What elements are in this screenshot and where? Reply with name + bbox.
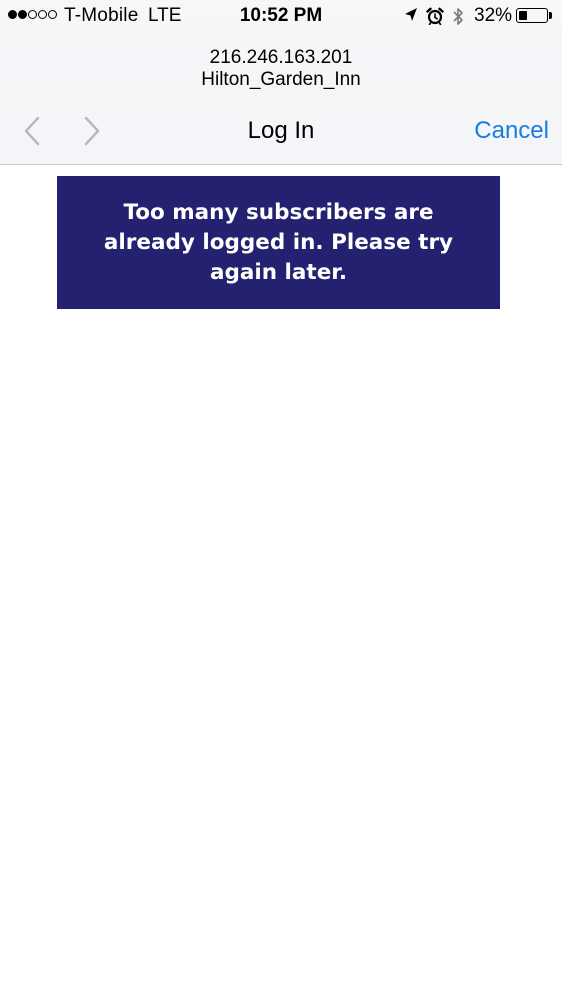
battery-terminal xyxy=(549,12,552,19)
error-message-banner: Too many subscribers are already logged … xyxy=(57,176,500,309)
cancel-button[interactable]: Cancel xyxy=(474,117,549,145)
bluetooth-icon xyxy=(453,8,463,25)
battery-percentage: 32% xyxy=(474,5,513,26)
browser-top-bar: T-Mobile LTE 10:52 PM 32% 216.246.163.20… xyxy=(0,0,562,165)
address-host: 216.246.163.201 xyxy=(209,47,353,68)
page-address: 216.246.163.201 Hilton_Garden_Inn xyxy=(0,47,562,91)
location-arrow-icon xyxy=(405,8,417,21)
battery-icon xyxy=(516,8,548,23)
address-network-name: Hilton_Garden_Inn xyxy=(201,69,361,90)
alarm-icon xyxy=(426,7,444,25)
captive-portal-screen: T-Mobile LTE 10:52 PM 32% 216.246.163.20… xyxy=(0,0,562,1000)
status-bar: T-Mobile LTE 10:52 PM 32% xyxy=(0,0,562,32)
battery-level xyxy=(518,10,527,20)
error-message-text: Too many subscribers are already logged … xyxy=(103,199,454,285)
